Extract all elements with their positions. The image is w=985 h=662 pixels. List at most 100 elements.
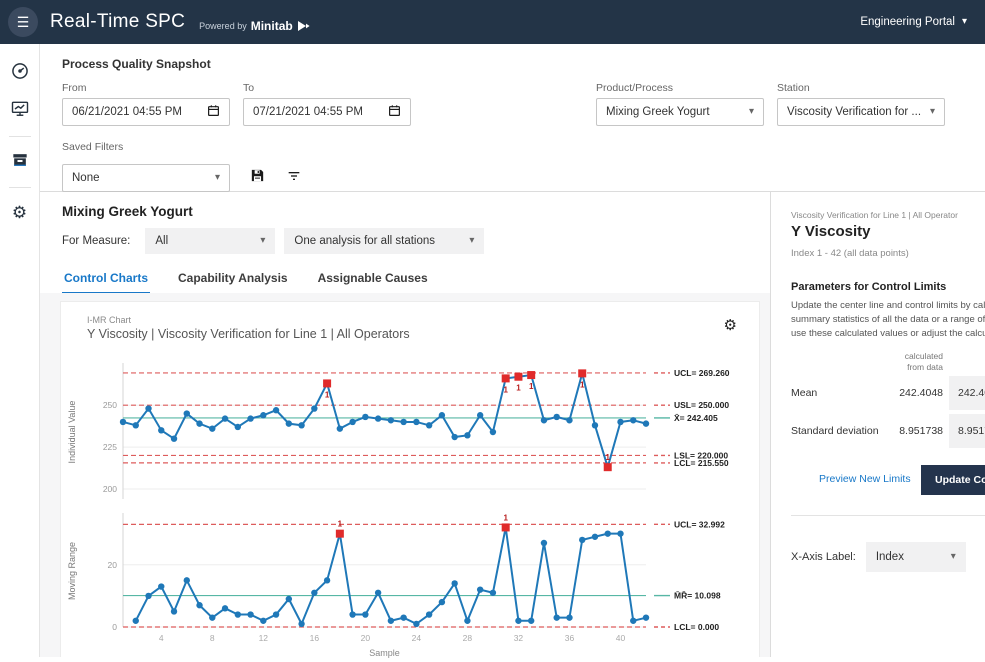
data-point[interactable] xyxy=(286,596,292,602)
data-point[interactable] xyxy=(451,434,457,440)
data-point[interactable] xyxy=(260,618,266,624)
data-point[interactable] xyxy=(311,590,317,596)
data-point[interactable] xyxy=(630,618,636,624)
data-point[interactable] xyxy=(324,577,330,583)
out-of-control-point[interactable] xyxy=(502,523,510,531)
data-point[interactable] xyxy=(490,590,496,596)
data-point[interactable] xyxy=(464,432,470,438)
out-of-control-point[interactable] xyxy=(604,463,612,471)
data-point[interactable] xyxy=(337,425,343,431)
data-point[interactable] xyxy=(184,410,190,416)
data-point[interactable] xyxy=(426,611,432,617)
preview-new-limits-link[interactable]: Preview New Limits xyxy=(819,473,911,485)
station-select[interactable]: Viscosity Verification for ... ▾ xyxy=(777,98,945,126)
data-point[interactable] xyxy=(222,605,228,611)
out-of-control-point[interactable] xyxy=(336,530,344,538)
data-point[interactable] xyxy=(375,415,381,421)
out-of-control-point[interactable] xyxy=(502,374,510,382)
data-point[interactable] xyxy=(158,583,164,589)
data-point[interactable] xyxy=(298,422,304,428)
data-point[interactable] xyxy=(209,614,215,620)
data-point[interactable] xyxy=(362,414,368,420)
sidebar-item-dashboard[interactable] xyxy=(8,61,32,85)
from-date-input[interactable]: 06/21/2021 04:55 PM xyxy=(62,98,230,126)
filter-options-button[interactable] xyxy=(284,168,304,188)
data-point[interactable] xyxy=(451,580,457,586)
tab-control-charts[interactable]: Control Charts xyxy=(62,266,150,295)
sidebar-item-settings[interactable]: ⚙ xyxy=(8,201,32,225)
to-date-input[interactable]: 07/21/2021 04:55 PM xyxy=(243,98,411,126)
data-point[interactable] xyxy=(273,407,279,413)
data-point[interactable] xyxy=(247,415,253,421)
data-point[interactable] xyxy=(388,417,394,423)
data-point[interactable] xyxy=(311,405,317,411)
data-point[interactable] xyxy=(145,405,151,411)
data-point[interactable] xyxy=(273,611,279,617)
data-point[interactable] xyxy=(145,593,151,599)
data-point[interactable] xyxy=(196,420,202,426)
analysis-mode-select[interactable]: One analysis for all stations ▾ xyxy=(284,228,484,254)
tab-assignable-causes[interactable]: Assignable Causes xyxy=(316,266,430,295)
data-point[interactable] xyxy=(490,429,496,435)
saved-filters-select[interactable]: None ▾ xyxy=(62,164,230,192)
data-point[interactable] xyxy=(566,614,572,620)
measure-select[interactable]: All ▾ xyxy=(145,228,275,254)
data-point[interactable] xyxy=(171,608,177,614)
sidebar-item-archive[interactable] xyxy=(8,150,32,174)
data-point[interactable] xyxy=(592,422,598,428)
data-point[interactable] xyxy=(439,599,445,605)
data-point[interactable] xyxy=(235,611,241,617)
data-point[interactable] xyxy=(643,420,649,426)
data-point[interactable] xyxy=(592,534,598,540)
data-point[interactable] xyxy=(413,419,419,425)
data-point[interactable] xyxy=(298,621,304,627)
data-point[interactable] xyxy=(235,424,241,430)
data-point[interactable] xyxy=(515,618,521,624)
data-point[interactable] xyxy=(541,417,547,423)
data-point[interactable] xyxy=(133,618,139,624)
data-point[interactable] xyxy=(464,618,470,624)
update-control-limits-button[interactable]: Update Control Limits xyxy=(921,465,985,495)
data-point[interactable] xyxy=(209,425,215,431)
data-point[interactable] xyxy=(158,427,164,433)
out-of-control-point[interactable] xyxy=(323,379,331,387)
x-axis-select[interactable]: Index ▾ xyxy=(866,542,966,572)
data-point[interactable] xyxy=(630,417,636,423)
data-point[interactable] xyxy=(413,621,419,627)
data-point[interactable] xyxy=(617,419,623,425)
data-point[interactable] xyxy=(554,614,560,620)
data-point[interactable] xyxy=(439,412,445,418)
tab-capability-analysis[interactable]: Capability Analysis xyxy=(176,266,290,295)
data-point[interactable] xyxy=(643,614,649,620)
data-point[interactable] xyxy=(120,419,126,425)
hamburger-menu-button[interactable]: ☰ xyxy=(8,7,38,37)
calendar-icon[interactable] xyxy=(207,104,220,120)
data-point[interactable] xyxy=(617,530,623,536)
data-point[interactable] xyxy=(286,420,292,426)
data-point[interactable] xyxy=(400,419,406,425)
data-point[interactable] xyxy=(541,540,547,546)
out-of-control-point[interactable] xyxy=(578,369,586,377)
data-point[interactable] xyxy=(426,422,432,428)
data-point[interactable] xyxy=(222,415,228,421)
data-point[interactable] xyxy=(388,618,394,624)
sidebar-item-charts[interactable] xyxy=(8,99,32,123)
data-point[interactable] xyxy=(260,412,266,418)
data-point[interactable] xyxy=(579,537,585,543)
data-point[interactable] xyxy=(247,611,253,617)
data-point[interactable] xyxy=(528,618,534,624)
data-point[interactable] xyxy=(362,611,368,617)
out-of-control-point[interactable] xyxy=(514,373,522,381)
data-point[interactable] xyxy=(566,417,572,423)
portal-selector[interactable]: Engineering Portal ▾ xyxy=(860,16,967,28)
data-point[interactable] xyxy=(133,422,139,428)
data-point[interactable] xyxy=(349,419,355,425)
save-filter-button[interactable] xyxy=(247,168,267,188)
data-point[interactable] xyxy=(349,611,355,617)
product-process-select[interactable]: Mixing Greek Yogurt ▾ xyxy=(596,98,764,126)
calendar-icon[interactable] xyxy=(388,104,401,120)
data-point[interactable] xyxy=(400,614,406,620)
data-point[interactable] xyxy=(554,414,560,420)
data-point[interactable] xyxy=(196,602,202,608)
data-point[interactable] xyxy=(605,530,611,536)
